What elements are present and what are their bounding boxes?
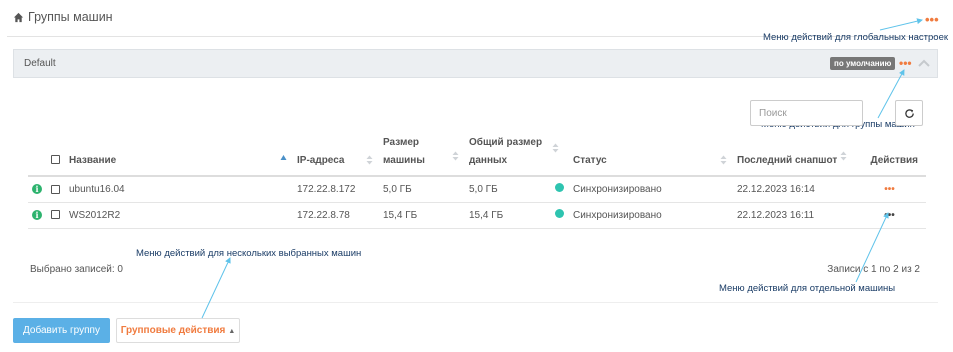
sort-icon[interactable] [452,151,459,161]
header-status[interactable]: Статус [569,134,733,177]
cell-ip: 172.22.8.78 [293,202,379,229]
group-actions-menu-icon[interactable]: ••• [899,56,912,70]
cell-size: 5,0 ГБ [379,176,465,203]
cell-status: Синхронизировано [569,202,733,229]
group-panel-header[interactable]: Default по умолчанию ••• [13,49,938,78]
cell-ip: 172.22.8.172 [293,176,379,203]
page-header: Группы машин [13,10,113,24]
status-dot-icon [555,183,564,193]
annotation-single-actions: Меню действий для отдельной машины [719,283,896,294]
info-icon[interactable]: i [32,183,42,194]
chevron-up-icon[interactable] [917,58,931,68]
home-icon [13,12,24,22]
header-snapshot-label: Последний снапшот [737,154,838,166]
header-snapshot[interactable]: Последний снапшот [733,134,853,177]
row-checkbox[interactable] [51,210,60,220]
table-row[interactable]: i WS2012R2 172.22.8.78 15,4 ГБ 15,4 ГБ С… [28,202,926,229]
arrow-multiple [201,257,231,319]
cell-snapshot: 22.12.2023 16:11 [733,202,853,229]
group-actions-label: Групповые действия [120,325,226,336]
header-total-size-label: Общий размер данных [469,137,543,166]
sort-asc-icon[interactable] [280,154,287,162]
select-all-checkbox[interactable] [51,155,60,165]
cell-total-size: 5,0 ГБ [465,176,551,203]
header-total-size[interactable]: Общий размер данных [465,134,559,177]
group-actions-button[interactable]: Групповые действия ▲ [116,318,240,343]
header-status-dot-column [551,134,569,177]
group-name: Default [24,58,56,69]
cell-snapshot: 22.12.2023 16:14 [733,176,853,203]
cell-status: Синхронизировано [569,176,733,203]
sort-icon[interactable] [720,155,727,165]
search-input[interactable] [750,100,863,126]
annotation-multiple-actions: Меню действий для нескольких выбранных м… [136,248,362,259]
header-name-label: Название [69,154,117,166]
table-header-row: Название IP-адреса Размер машины Общий р… [28,134,926,177]
default-badge: по умолчанию [830,57,896,70]
refresh-button[interactable] [895,100,923,126]
caret-up-icon: ▲ [228,328,236,335]
header-info-column [28,134,47,177]
page-title: Группы машин [28,10,113,24]
sort-icon[interactable] [840,151,847,161]
header-name[interactable]: Название [65,134,293,177]
row-actions-menu-icon[interactable]: ••• [884,210,895,221]
info-icon[interactable]: i [32,209,42,220]
header-actions-label: Действия [870,154,918,166]
cell-size: 15,4 ГБ [379,202,465,229]
row-actions-menu-icon[interactable]: ••• [884,184,895,195]
add-group-button[interactable]: Добавить группу [13,318,110,343]
header-status-label: Статус [573,154,607,166]
row-checkbox[interactable] [51,184,60,194]
records-info: Записи с 1 по 2 из 2 [827,264,920,275]
cell-name: WS2012R2 [65,202,293,229]
footer-divider [13,302,938,303]
header-size[interactable]: Размер машины [379,134,465,177]
header-ip[interactable]: IP-адреса [293,134,379,177]
table-row[interactable]: i ubuntu16.04 172.22.8.172 5,0 ГБ 5,0 ГБ… [28,176,926,203]
sort-icon[interactable] [366,155,373,165]
cell-total-size: 15,4 ГБ [465,202,551,229]
selected-count: Выбрано записей: 0 [30,264,123,275]
global-actions-menu-icon[interactable]: ••• [925,12,939,27]
status-dot-icon [555,209,564,218]
header-size-label: Размер машины [383,137,425,166]
annotation-global-actions: Меню действий для глобальных настроек [763,32,949,43]
machines-table: Название IP-адреса Размер машины Общий р… [28,134,926,229]
header-actions: Действия [853,134,926,177]
header-select-all [47,134,65,177]
header-ip-label: IP-адреса [297,154,345,166]
arrow-global [879,18,923,31]
cell-name: ubuntu16.04 [65,176,293,203]
refresh-icon [904,108,914,118]
